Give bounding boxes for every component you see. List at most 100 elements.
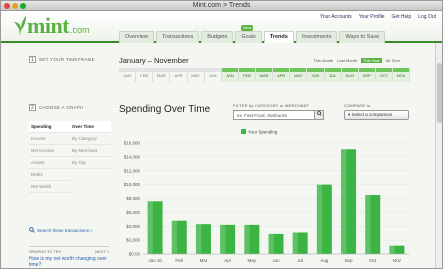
x-tick-label: Nov <box>393 258 402 263</box>
browser-window: Mint.com > Trends mint .com Your Account… <box>0 0 443 269</box>
timeline-month-prev[interactable]: FEB <box>136 68 154 82</box>
y-tick-label: $10,000 <box>124 182 141 187</box>
graph-view-item[interactable]: By Category <box>70 133 111 145</box>
x-tick-label: Oct <box>369 258 377 263</box>
account-links: Your Accounts Your Profile Get Help Log … <box>320 14 436 20</box>
search-transactions-link[interactable]: Search these transactions » <box>29 227 93 233</box>
y-tick-label: $0.00 <box>129 252 141 257</box>
close-window-button[interactable] <box>4 3 10 9</box>
chart-title: Spending Over Time <box>119 104 211 115</box>
graphs-next-link[interactable]: NEXT » <box>95 249 109 254</box>
bar-highlight <box>292 232 298 254</box>
leaf-icon <box>14 16 26 36</box>
timeline-month-prev[interactable]: MAR <box>153 68 171 82</box>
x-tick-label: May <box>248 258 257 263</box>
minimize-window-button[interactable] <box>12 3 18 9</box>
timeline-month[interactable]: JUN <box>307 68 325 82</box>
timeline-month-prev[interactable]: MAY <box>187 68 205 82</box>
tab-transactions[interactable]: Transactions <box>155 31 200 43</box>
legend-label: Your Spending <box>248 130 278 135</box>
graph-view-item[interactable]: Over Time <box>70 121 111 133</box>
timeline-month[interactable]: SEP <box>358 68 376 82</box>
log-out-link[interactable]: Log Out <box>418 14 436 20</box>
graph-suggestion-link[interactable]: How is my net worth changing over time? <box>29 256 109 268</box>
chart-svg: Your Spending $0.00 $2,000 $4,000 $6,000 $8,0… <box>124 129 409 263</box>
graph-heading-text: CHOOSE A GRAPH <box>39 105 84 110</box>
timeline-month[interactable]: FEB <box>238 68 256 82</box>
x-tick-label: Jun <box>272 258 280 263</box>
y-tick-label: $8,000 <box>126 196 140 201</box>
timeline-month-prev[interactable]: JUN <box>204 68 222 82</box>
graph-type-item[interactable]: Assets <box>29 157 70 169</box>
option-this-month[interactable]: This Month <box>313 58 333 63</box>
timeline-slider[interactable]: JAN FEB MAR APR MAY JUN JAN FEB MAR APR MAY JUN JUL A… <box>119 68 411 82</box>
range-title: January – November <box>119 56 189 65</box>
x-tick-label: Sep <box>345 258 354 263</box>
bar-highlight <box>365 195 371 254</box>
option-all-time[interactable]: All Time <box>386 58 400 63</box>
site-header: mint .com Your Accounts Your Profile Get… <box>1 11 442 43</box>
graph-view-list: Over Time By Category By Merchant By Tag <box>70 121 111 193</box>
y-tick-label: $4,000 <box>126 224 140 229</box>
logo-text: mint <box>27 13 70 38</box>
x-tick-label: Feb <box>175 258 183 263</box>
timeline-month[interactable]: JAN <box>221 68 239 82</box>
bar-highlight <box>244 224 250 254</box>
y-tick-label: $14,000 <box>124 154 141 159</box>
bar-highlight <box>171 220 178 254</box>
timeline-month[interactable]: AUG <box>341 68 359 82</box>
search-icon <box>316 111 322 116</box>
timeline-month[interactable]: APR <box>273 68 291 82</box>
compare-box: COMPARE to ▾ Select a comparison <box>344 103 409 120</box>
maximize-window-button[interactable] <box>20 3 26 9</box>
vertical-scrollbar[interactable] <box>435 43 442 268</box>
timeline-month[interactable]: MAY <box>290 68 308 82</box>
graph-view-item[interactable]: By Tag <box>70 157 111 169</box>
graph-type-item[interactable]: Debts <box>29 169 70 181</box>
chevron-down-icon: ▾ <box>348 112 351 117</box>
timeline-month-prev[interactable]: APR <box>170 68 188 82</box>
option-last-month[interactable]: Last Month <box>337 58 357 63</box>
step-number: 1 <box>29 56 36 63</box>
timeline-month[interactable]: MAR <box>256 68 274 82</box>
timeline-month[interactable]: NOV <box>393 68 411 82</box>
title-bar: Mint.com > Trends <box>1 1 442 11</box>
timeline-month[interactable]: JUL <box>324 68 342 82</box>
x-tick-label: Apr <box>224 258 232 263</box>
y-tick-label: $12,000 <box>124 168 141 173</box>
timeframe-options: This Month Last Month This Year All Time <box>313 58 400 63</box>
graph-view-item[interactable]: By Merchant <box>70 145 111 157</box>
graph-type-item[interactable]: Net Worth <box>29 181 70 193</box>
main-nav: Overview Transactions Budgets New Goals … <box>119 25 386 43</box>
graph-heading: 2 CHOOSE A GRAPH <box>29 104 84 111</box>
graph-type-item[interactable]: Income <box>29 133 70 145</box>
timeline-month-prev[interactable]: JAN <box>119 68 137 82</box>
graph-type-item[interactable]: Spending <box>29 121 70 133</box>
select-comparison-button[interactable]: ▾ Select a comparison <box>344 110 409 120</box>
bar-highlight <box>268 233 274 254</box>
graph-type-item[interactable]: Net Income <box>29 145 70 157</box>
tab-ways-to-save[interactable]: Ways to Save <box>339 31 386 43</box>
tab-trends[interactable]: Trends <box>263 31 294 43</box>
select-comparison-label: Select a comparison <box>351 112 393 117</box>
legend-swatch <box>241 129 246 134</box>
new-badge: New <box>241 25 254 31</box>
tab-overview[interactable]: Overview <box>119 31 154 43</box>
x-tick-label: Jul <box>297 258 303 263</box>
tab-investments[interactable]: Investments <box>295 31 338 43</box>
scrollbar-thumb[interactable] <box>437 63 442 123</box>
filter-search-button[interactable] <box>314 111 323 119</box>
filter-input[interactable]: ex: Fast Food, Starbucks <box>233 110 324 120</box>
get-help-link[interactable]: Get Help <box>391 14 411 20</box>
bar-highlight <box>147 201 153 254</box>
x-tick-label: Mar <box>200 258 208 263</box>
mint-logo[interactable]: mint .com <box>13 15 90 37</box>
logo-suffix: .com <box>70 25 90 35</box>
y-tick-label: $16,000 <box>124 141 141 146</box>
option-this-year[interactable]: This Year <box>361 58 382 63</box>
your-profile-link[interactable]: Your Profile <box>359 14 385 20</box>
tab-budgets[interactable]: Budgets <box>201 31 234 43</box>
timeline-month[interactable]: OCT <box>375 68 393 82</box>
tab-goals[interactable]: New Goals <box>235 25 262 43</box>
your-accounts-link[interactable]: Your Accounts <box>320 14 352 20</box>
